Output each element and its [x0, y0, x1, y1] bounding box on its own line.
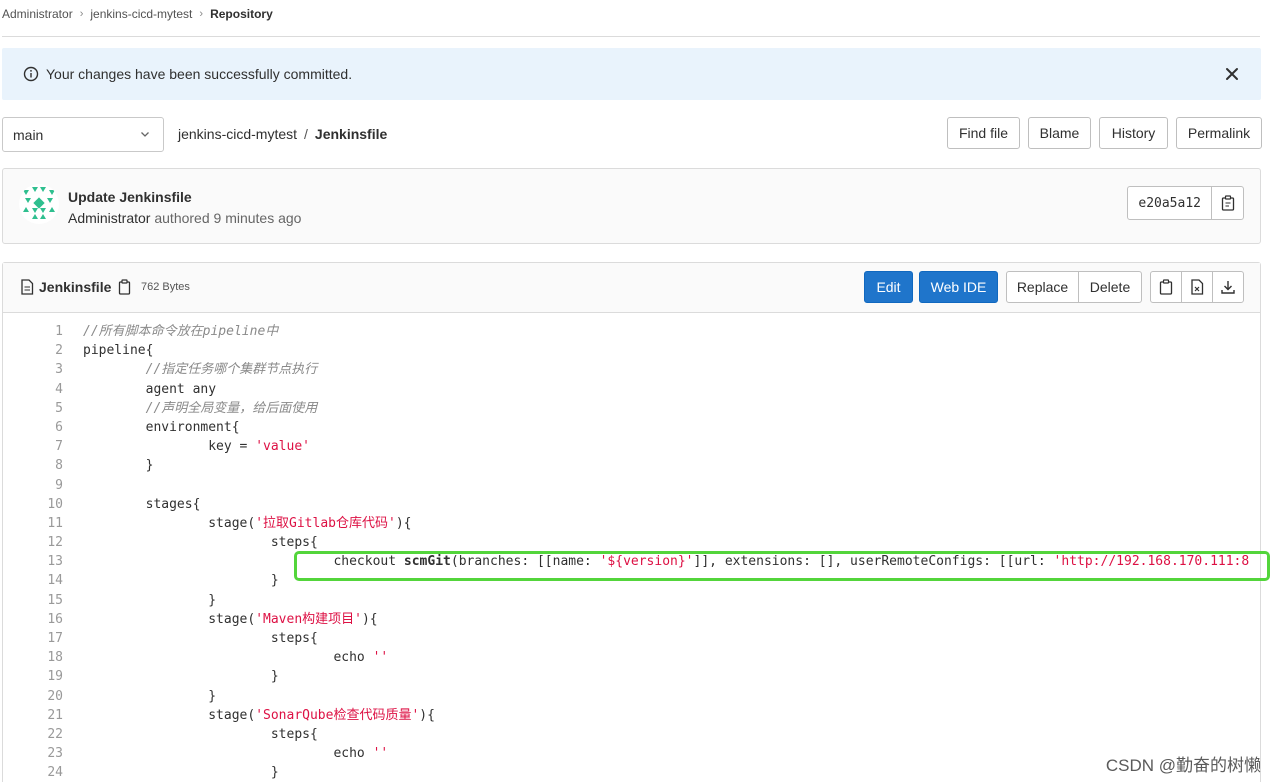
code-line: //指定任务哪个集群节点执行	[145, 362, 318, 378]
permalink-button[interactable]: Permalink	[1176, 117, 1262, 149]
breadcrumb-item-project[interactable]: jenkins-cicd-mytest	[90, 7, 192, 21]
line-number[interactable]: 21	[3, 706, 63, 725]
open-raw-button[interactable]	[1181, 271, 1213, 303]
line-number[interactable]: 5	[3, 399, 63, 418]
line-number[interactable]: 17	[3, 629, 63, 648]
line-number[interactable]: 15	[3, 591, 63, 610]
line-number[interactable]: 6	[3, 418, 63, 437]
code-line: stage('Maven构建项目'){	[83, 611, 378, 627]
commit-author[interactable]: Administrator	[68, 210, 150, 226]
close-icon[interactable]	[1223, 65, 1241, 83]
breadcrumb: Administrator › jenkins-cicd-mytest › Re…	[2, 6, 273, 22]
watermark: CSDN @勤奋的树懒	[1105, 756, 1261, 775]
edit-button[interactable]: Edit	[864, 271, 913, 303]
file-header: Jenkinsfile 762 Bytes Edit Web IDE Repla…	[3, 263, 1260, 313]
file-icon	[21, 279, 34, 295]
line-number[interactable]: 19	[3, 667, 63, 686]
file-path: jenkins-cicd-mytest / Jenkinsfile	[178, 126, 387, 142]
avatar[interactable]	[19, 184, 59, 224]
line-number[interactable]: 8	[3, 456, 63, 475]
clipboard-icon	[1159, 279, 1173, 295]
line-number[interactable]: 16	[3, 610, 63, 629]
line-number[interactable]: 13	[3, 552, 63, 571]
breadcrumb-item-user[interactable]: Administrator	[2, 7, 73, 21]
copy-path-icon[interactable]	[117, 279, 133, 295]
download-icon	[1221, 281, 1235, 294]
clipboard-icon	[1221, 195, 1234, 211]
code-line: }	[83, 592, 217, 608]
path-repo-link[interactable]: jenkins-cicd-mytest	[178, 126, 297, 142]
line-number[interactable]: 2	[3, 341, 63, 360]
web-ide-button[interactable]: Web IDE	[919, 271, 998, 303]
line-number[interactable]: 7	[3, 437, 63, 456]
code-line: stages{	[83, 496, 201, 512]
code-line: pipeline{	[83, 343, 154, 359]
branch-selector[interactable]: main	[2, 117, 164, 152]
path-file-name: Jenkinsfile	[314, 126, 388, 142]
code-line: stage('拉取Gitlab仓库代码'){	[83, 515, 412, 531]
line-number[interactable]: 4	[3, 380, 63, 399]
code-line: //声明全局变量，给后面使用	[145, 400, 318, 416]
code-line: }	[83, 688, 217, 704]
file-name: Jenkinsfile	[39, 279, 112, 295]
code-line: }	[83, 458, 154, 474]
code-line: steps{	[83, 726, 318, 742]
file-viewer: Jenkinsfile 762 Bytes Edit Web IDE Repla…	[2, 262, 1261, 782]
path-separator: /	[304, 126, 308, 142]
commit-time: authored 9 minutes ago	[154, 210, 302, 226]
commit-title[interactable]: Update Jenkinsfile	[68, 189, 192, 205]
code-line: key = 'value'	[83, 439, 310, 455]
code-line: }	[83, 669, 279, 685]
line-number[interactable]: 14	[3, 571, 63, 590]
header-divider	[2, 36, 1260, 37]
last-commit: Update Jenkinsfile Administrator authore…	[2, 168, 1261, 244]
breadcrumb-item-repository[interactable]: Repository	[210, 7, 273, 21]
code-line: //所有脚本命令放在pipeline中	[83, 324, 279, 339]
line-number[interactable]: 18	[3, 648, 63, 667]
line-numbers: 1 2 3 4 5 6 7 8 9 10 11 12 13 14 15 16 17 18 19 20 21 22 23 24	[3, 322, 63, 782]
file-size: 762 Bytes	[141, 281, 190, 293]
alert-message: Your changes have been successfully comm…	[46, 66, 353, 82]
chevron-right-icon: ›	[199, 8, 204, 20]
raw-file-icon	[1191, 279, 1204, 295]
line-number[interactable]: 10	[3, 495, 63, 514]
copy-sha-button[interactable]	[1212, 187, 1243, 219]
code-line: echo ''	[83, 746, 389, 762]
line-number[interactable]: 20	[3, 687, 63, 706]
info-icon	[23, 66, 39, 82]
commit-meta: Administrator authored 9 minutes ago	[68, 210, 301, 226]
find-file-button[interactable]: Find file	[947, 117, 1020, 149]
line-number[interactable]: 1	[3, 322, 63, 341]
replace-button[interactable]: Replace	[1006, 271, 1079, 303]
code-line: agent any	[83, 381, 217, 397]
code-line: steps{	[83, 535, 318, 551]
branch-name: main	[13, 126, 44, 143]
blame-button[interactable]: Blame	[1028, 117, 1091, 149]
code-line: echo ''	[83, 650, 389, 666]
success-alert: Your changes have been successfully comm…	[2, 48, 1261, 100]
line-number[interactable]: 9	[3, 476, 63, 495]
history-button[interactable]: History	[1099, 117, 1168, 149]
line-number[interactable]: 24	[3, 763, 63, 782]
chevron-down-icon	[141, 132, 149, 137]
highlight-annotation	[294, 551, 1270, 581]
code-line: steps{	[83, 631, 318, 646]
line-number[interactable]: 22	[3, 725, 63, 744]
download-button[interactable]	[1212, 271, 1244, 303]
delete-button[interactable]: Delete	[1078, 271, 1142, 303]
line-number[interactable]: 12	[3, 533, 63, 552]
commit-sha-group: e20a5a12	[1127, 186, 1244, 220]
line-number[interactable]: 11	[3, 514, 63, 533]
code-line: stage('SonarQube检查代码质量'){	[83, 707, 435, 723]
code-line: }	[83, 765, 279, 781]
commit-sha[interactable]: e20a5a12	[1128, 187, 1212, 219]
line-number[interactable]: 3	[3, 360, 63, 379]
line-number[interactable]: 23	[3, 744, 63, 763]
chevron-right-icon: ›	[79, 8, 84, 20]
code-line: environment{	[83, 419, 240, 435]
copy-contents-button[interactable]	[1150, 271, 1182, 303]
